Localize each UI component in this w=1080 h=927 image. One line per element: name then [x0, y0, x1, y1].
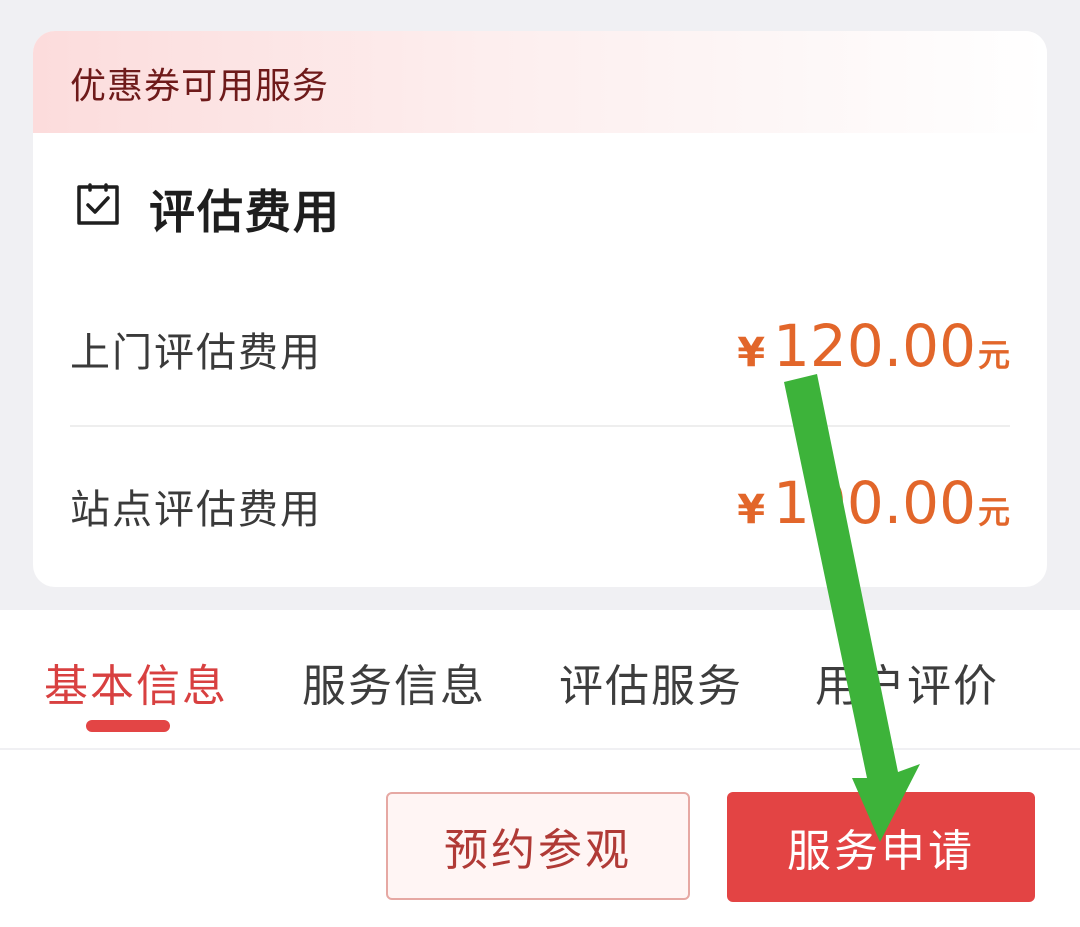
tab-user-reviews[interactable]: 用户评价: [815, 650, 999, 714]
coupon-header: 优惠券可用服务: [33, 31, 1047, 133]
active-tab-indicator: [86, 720, 170, 732]
fee-price: ¥120.00元: [737, 312, 1010, 380]
row-divider: [70, 425, 1010, 427]
bottom-action-bar: 预约参观 服务申请: [0, 750, 1080, 927]
currency-symbol: ¥: [737, 330, 766, 376]
fee-amount: 100.00: [773, 469, 976, 537]
fee-price: ¥100.00元: [737, 469, 1010, 537]
tab-basic-info[interactable]: 基本信息: [44, 650, 228, 714]
checkbox-checked-icon: [77, 183, 119, 225]
tab-bar: 基本信息 服务信息 评估服务 用户评价: [0, 610, 1080, 748]
fee-label: 上门评估费用: [70, 330, 322, 376]
tab-service-info[interactable]: 服务信息: [302, 650, 486, 714]
coupon-title: 优惠券可用服务: [70, 66, 330, 107]
currency-unit: 元: [977, 336, 1010, 374]
fee-card: 优惠券可用服务 评估费用 上门评估费用 ¥120.00元 站点评估费用 ¥100…: [33, 31, 1047, 587]
currency-symbol: ¥: [737, 487, 766, 533]
fee-row-station: 站点评估费用 ¥100.00元: [70, 463, 1010, 543]
book-visit-button[interactable]: 预约参观: [386, 792, 690, 900]
tab-assessment-service[interactable]: 评估服务: [559, 650, 743, 714]
fee-amount: 120.00: [773, 312, 976, 380]
currency-unit: 元: [977, 493, 1010, 531]
apply-button[interactable]: 服务申请: [727, 792, 1035, 902]
fee-label: 站点评估费用: [70, 487, 322, 533]
fee-row-home-visit: 上门评估费用 ¥120.00元: [70, 306, 1010, 386]
fee-section-title: 评估费用: [149, 185, 341, 239]
